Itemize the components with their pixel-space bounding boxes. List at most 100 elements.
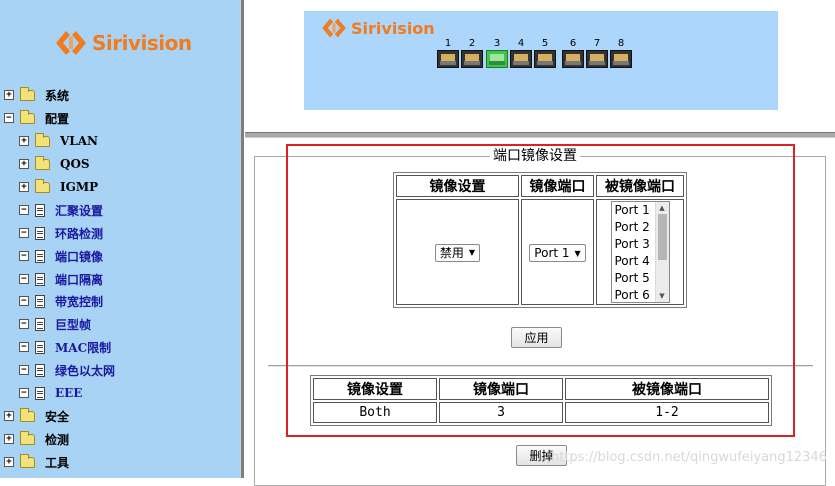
sidebar-item-qos[interactable]: + QOS: [19, 155, 90, 173]
mirror-mode-value: Both: [313, 402, 437, 423]
sidebar-item-label: 检测: [45, 432, 70, 447]
sidebar-item-tools[interactable]: + 工具: [4, 453, 69, 471]
sidebar-item-security[interactable]: + 安全: [4, 407, 69, 425]
apply-button[interactable]: 应用: [511, 327, 562, 348]
port-number: 5: [541, 38, 549, 49]
sidebar-logo-text: Sirivision: [92, 31, 192, 55]
sidebar-item-port-isolation[interactable]: − 端口隔离: [19, 270, 103, 288]
delete-button[interactable]: 删掉: [516, 445, 567, 466]
port-number: 8: [617, 38, 625, 49]
expand-icon[interactable]: +: [19, 182, 29, 192]
sidebar-item-system[interactable]: + 系统: [4, 86, 69, 104]
port-4[interactable]: 4: [510, 38, 532, 68]
expand-icon[interactable]: +: [19, 136, 29, 146]
listbox-scrollbar[interactable]: ▲ ▼: [654, 202, 669, 302]
document-icon: [35, 294, 45, 308]
folder-icon: [35, 178, 50, 193]
scrollbar-thumb[interactable]: [657, 214, 667, 260]
table-row: Both 3 1-2: [313, 402, 769, 423]
sidebar-item-label: 安全: [45, 409, 70, 424]
mirror-list-table: 镜像设置 镜像端口 被镜像端口 Both 3 1-2: [310, 375, 772, 426]
expand-icon[interactable]: +: [19, 159, 29, 169]
sidebar-item-label: 巨型帧: [55, 317, 92, 332]
port-7[interactable]: 7: [586, 38, 608, 68]
brand-logo-icon: [56, 31, 86, 55]
folder-icon: [20, 430, 35, 445]
document-icon: [35, 363, 45, 377]
folder-icon: [35, 155, 50, 170]
sidebar-item-config[interactable]: − 配置: [4, 109, 69, 127]
sidebar: Sirivision + 系统 − 配置 + VLAN + QOS + IGMP…: [0, 0, 240, 478]
sidebar-item-label: 工具: [45, 455, 70, 470]
sidebar-item-green-ethernet[interactable]: − 绿色以太网: [19, 361, 115, 379]
sidebar-item-link-aggregation[interactable]: − 汇聚设置: [19, 201, 103, 219]
mirrored-ports-listbox[interactable]: Port 1 Port 2 Port 3 Port 4 Port 5 Port …: [610, 201, 670, 303]
sidebar-item-vlan[interactable]: + VLAN: [19, 132, 98, 150]
sidebar-divider[interactable]: [240, 0, 244, 478]
port-1[interactable]: 1: [437, 38, 459, 68]
tree-line-icon: −: [19, 205, 29, 215]
sidebar-item-label: 绿色以太网: [55, 363, 116, 378]
sidebar-item-label: 配置: [45, 111, 70, 126]
sidebar-item-loop-detection[interactable]: − 环路检测: [19, 224, 103, 242]
ethernet-port-icon: [534, 50, 556, 68]
mirror-mode-select[interactable]: 禁用 ▼: [434, 243, 481, 262]
dropdown-arrow-icon: ▼: [468, 248, 476, 258]
sidebar-item-label: 环路检测: [55, 226, 104, 241]
expand-icon[interactable]: +: [4, 411, 14, 421]
tree-line-icon: −: [19, 228, 29, 238]
collapse-icon[interactable]: −: [4, 113, 14, 123]
scroll-down-icon[interactable]: ▼: [656, 290, 669, 302]
tree-line-icon: −: [19, 319, 29, 329]
sidebar-item-jumbo-frame[interactable]: − 巨型帧: [19, 315, 91, 333]
column-header: 镜像端口: [521, 175, 594, 197]
dropdown-arrow-icon: ▼: [574, 248, 581, 258]
mirror-port-select[interactable]: Port 1 ▼: [529, 244, 586, 262]
ethernet-port-icon: [461, 50, 483, 68]
tree-line-icon: −: [19, 251, 29, 261]
brand-logo-icon: [322, 18, 346, 38]
port-3[interactable]: 3: [486, 38, 508, 68]
ethernet-port-icon: [510, 50, 532, 68]
tree-line-icon: −: [19, 342, 29, 352]
mirror-config-table: 镜像设置 镜像端口 被镜像端口 禁用 ▼ Port 1 ▼ Port 1 Por…: [393, 172, 687, 308]
port-number: 3: [493, 38, 501, 49]
sidebar-item-mac-limit[interactable]: − MAC限制: [19, 338, 111, 356]
folder-open-icon: [20, 109, 35, 124]
port-number: 6: [569, 38, 577, 49]
ethernet-port-active-icon: [486, 50, 508, 68]
column-header: 镜像设置: [313, 378, 437, 400]
sidebar-item-monitoring[interactable]: + 检测: [4, 430, 69, 448]
scroll-up-icon[interactable]: ▲: [656, 202, 669, 214]
sidebar-item-bandwidth-control[interactable]: − 带宽控制: [19, 292, 103, 310]
sidebar-item-label: EEE: [55, 386, 83, 400]
folder-icon: [20, 453, 35, 468]
document-icon: [35, 203, 45, 217]
column-header: 被镜像端口: [596, 175, 684, 197]
tree-line-icon: −: [19, 388, 29, 398]
port-8[interactable]: 8: [610, 38, 632, 68]
sidebar-item-label: 汇聚设置: [55, 203, 104, 218]
ethernet-port-icon: [586, 50, 608, 68]
expand-icon[interactable]: +: [4, 457, 14, 467]
mirrored-ports-value: 1-2: [565, 402, 769, 423]
port-6[interactable]: 6: [562, 38, 584, 68]
sidebar-item-label: MAC限制: [55, 340, 112, 355]
mirror-port-value: 3: [439, 402, 563, 423]
port-number: 7: [593, 38, 601, 49]
expand-icon[interactable]: +: [4, 90, 14, 100]
column-header: 镜像设置: [396, 175, 519, 197]
mirrored-ports-cell: Port 1 Port 2 Port 3 Port 4 Port 5 Port …: [596, 199, 684, 305]
port-2[interactable]: 2: [461, 38, 483, 68]
expand-icon[interactable]: +: [4, 434, 14, 444]
document-icon: [35, 226, 45, 240]
sidebar-item-port-mirroring[interactable]: − 端口镜像: [19, 247, 103, 265]
column-header: 镜像端口: [439, 378, 563, 400]
port-5[interactable]: 5: [534, 38, 556, 68]
folder-icon: [20, 407, 35, 422]
fieldset-legend: 端口镜像设置: [490, 147, 580, 165]
section-divider: [268, 365, 813, 367]
frame-separator[interactable]: [245, 132, 835, 138]
sidebar-item-igmp[interactable]: + IGMP: [19, 178, 98, 196]
sidebar-item-eee[interactable]: − EEE: [19, 384, 82, 402]
